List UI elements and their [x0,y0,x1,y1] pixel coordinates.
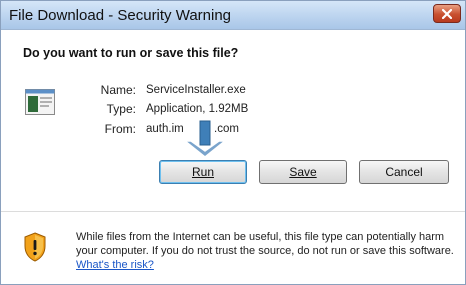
whats-the-risk-link[interactable]: What's the risk? [76,259,154,271]
type-label: Type: [106,102,136,116]
window-title: File Download - Security Warning [9,7,232,24]
run-button[interactable]: Run [159,160,247,184]
installer-file-icon [25,89,55,115]
name-value: ServiceInstaller.exe [146,84,246,96]
warning-area: While files from the Internet can be use… [1,212,465,284]
title-bar[interactable]: File Download - Security Warning [1,1,465,30]
warning-text: While files from the Internet can be use… [76,230,456,272]
from-value-start: auth.im [146,123,184,135]
security-shield-icon [24,232,46,262]
name-label: Name: [100,83,136,97]
cancel-button[interactable]: Cancel [359,160,449,184]
save-button[interactable]: Save [259,160,347,184]
cancel-button-label: Cancel [385,165,423,179]
run-button-label: Run [191,165,214,179]
warning-message: While files from the Internet can be use… [76,231,454,257]
pointer-arrow-icon [182,120,228,158]
save-button-label: Save [289,165,317,179]
close-button[interactable] [433,4,461,23]
close-icon [442,9,452,19]
file-download-dialog: File Download - Security Warning Do you … [0,0,466,285]
dialog-question: Do you want to run or save this file? [23,46,239,60]
dialog-header: Do you want to run or save this file? [1,30,465,71]
file-details: Name: ServiceInstaller.exe Type: Applica… [1,71,465,211]
from-label: From: [104,122,136,136]
